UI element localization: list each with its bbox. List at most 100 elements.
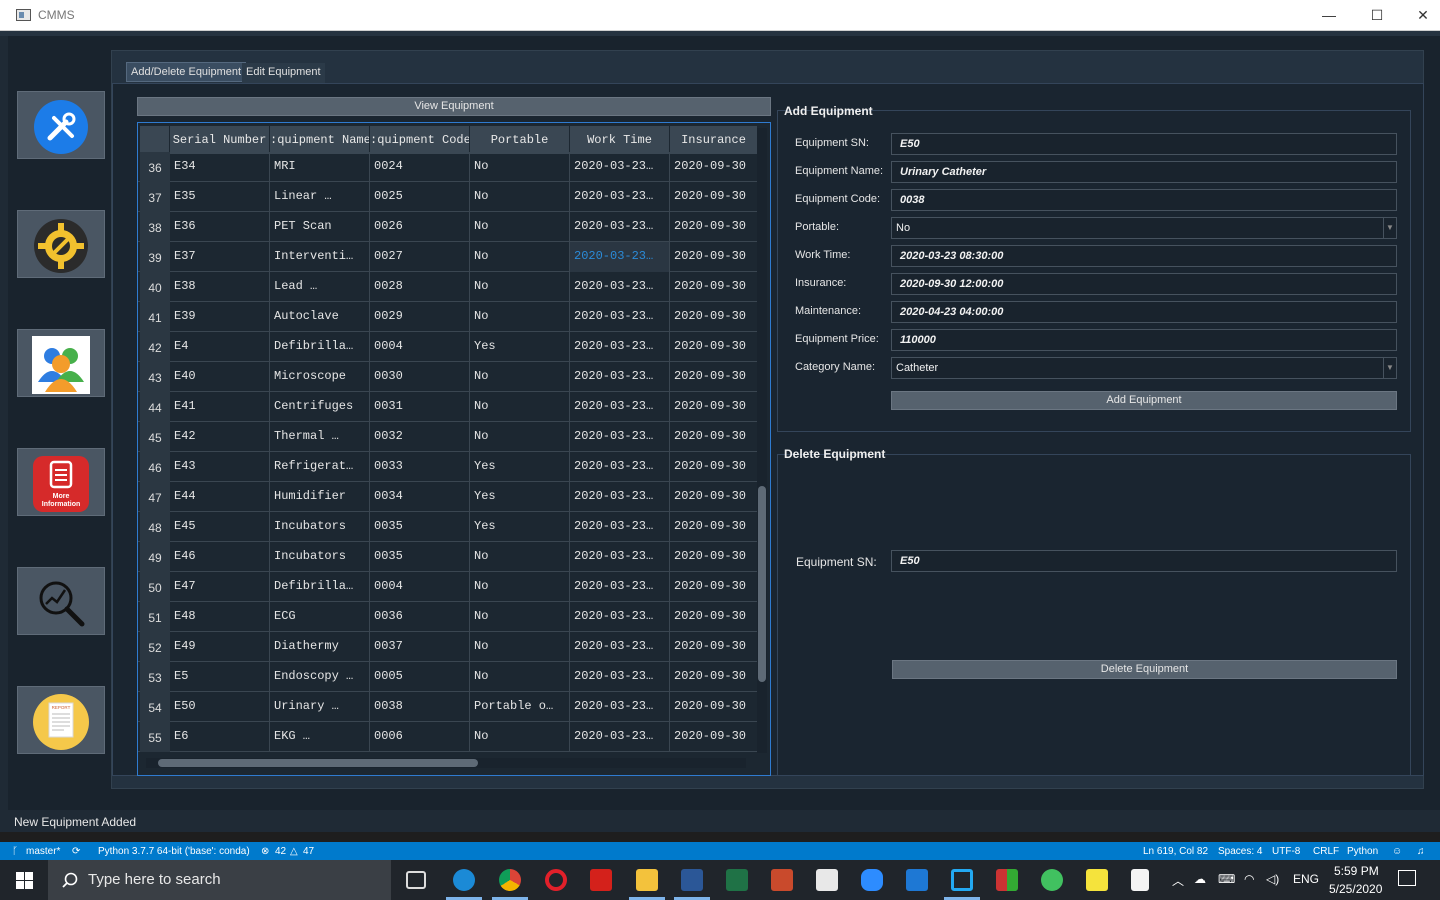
table-cell-work[interactable]: 2020-03-23…: [570, 362, 670, 392]
table-row[interactable]: 40 E38 Lead … 0028 No 2020-03-23… 2020-09-30: [138, 272, 758, 302]
table-cell-sn[interactable]: E6: [170, 722, 270, 752]
app-icon-blocks[interactable]: [996, 869, 1018, 891]
table-cell-work[interactable]: 2020-03-23…: [570, 572, 670, 602]
horizontal-scroll-thumb[interactable]: [158, 759, 478, 767]
table-cell-sn[interactable]: E45: [170, 512, 270, 542]
table-row[interactable]: 43 E40 Microscope 0030 No 2020-03-23… 2020-09-…: [138, 362, 758, 392]
table-cell-work[interactable]: 2020-03-23…: [570, 482, 670, 512]
table-cell-sn[interactable]: E48: [170, 602, 270, 632]
row-number[interactable]: 54: [140, 692, 170, 722]
table-cell-ins[interactable]: 2020-09-30: [670, 662, 758, 692]
table-cell-work[interactable]: 2020-03-23…: [570, 602, 670, 632]
table-cell-portable[interactable]: No: [470, 722, 570, 752]
table-cell-ins[interactable]: 2020-09-30: [670, 182, 758, 212]
windows-start-icon[interactable]: [16, 872, 33, 889]
table-cell-ins[interactable]: 2020-09-30: [670, 482, 758, 512]
table-row[interactable]: 50 E47 Defibrilla… 0004 No 2020-03-23… 2020-09…: [138, 572, 758, 602]
table-cell-name[interactable]: Humidifier: [270, 482, 370, 512]
table-cell-ins[interactable]: 2020-09-30: [670, 302, 758, 332]
wifi-icon[interactable]: ◠: [1244, 872, 1254, 886]
table-cell-sn[interactable]: E41: [170, 392, 270, 422]
table-row[interactable]: 36 E34 MRI 0024 No 2020-03-23… 2020-09-30: [138, 152, 758, 182]
sticky-notes-icon[interactable]: [1086, 869, 1108, 891]
table-cell-portable[interactable]: No: [470, 392, 570, 422]
row-number[interactable]: 46: [140, 452, 170, 482]
row-number[interactable]: 42: [140, 332, 170, 362]
table-row[interactable]: 41 E39 Autoclave 0029 No 2020-03-23… 2020-09-3…: [138, 302, 758, 332]
clock-time[interactable]: 5:59 PM: [1334, 864, 1379, 878]
row-number[interactable]: 44: [140, 392, 170, 422]
table-cell-name[interactable]: Defibrilla…: [270, 332, 370, 362]
table-cell-portable[interactable]: No: [470, 152, 570, 182]
table-cell-ins[interactable]: 2020-09-30: [670, 572, 758, 602]
clock-date[interactable]: 5/25/2020: [1329, 882, 1382, 896]
table-cell-ins[interactable]: 2020-09-30: [670, 242, 758, 272]
onedrive-icon[interactable]: ☁: [1194, 872, 1206, 886]
vscode-icon[interactable]: [951, 869, 973, 891]
table-cell-name[interactable]: Endoscopy …: [270, 662, 370, 692]
field-input[interactable]: 0038: [891, 189, 1397, 211]
column-header-portable[interactable]: Portable: [470, 126, 570, 154]
field-input[interactable]: 2020-09-30 12:00:00: [891, 273, 1397, 295]
row-number[interactable]: 48: [140, 512, 170, 542]
tab-add-delete-equipment[interactable]: Add/Delete Equipment: [126, 62, 247, 82]
table-cell-work[interactable]: 2020-03-23…: [570, 662, 670, 692]
table-row[interactable]: 44 E41 Centrifuges 0031 No 2020-03-23… 2020-09…: [138, 392, 758, 422]
table-cell-code[interactable]: 0004: [370, 572, 470, 602]
table-cell-work[interactable]: 2020-03-23…: [570, 722, 670, 752]
column-header-equipment-name[interactable]: :quipment Name: [270, 126, 370, 154]
table-cell-code[interactable]: 0036: [370, 602, 470, 632]
table-cell-name[interactable]: Linear …: [270, 182, 370, 212]
table-cell-ins[interactable]: 2020-09-30: [670, 602, 758, 632]
table-cell-portable[interactable]: Yes: [470, 482, 570, 512]
git-branch[interactable]: master*: [26, 846, 60, 857]
table-cell-code[interactable]: 0005: [370, 662, 470, 692]
table-cell-ins[interactable]: 2020-09-30: [670, 722, 758, 752]
table-cell-ins[interactable]: 2020-09-30: [670, 272, 758, 302]
table-cell-code[interactable]: 0029: [370, 302, 470, 332]
volume-icon[interactable]: ◁): [1266, 872, 1279, 886]
table-cell-portable[interactable]: No: [470, 362, 570, 392]
table-cell-sn[interactable]: E44: [170, 482, 270, 512]
table-cell-sn[interactable]: E37: [170, 242, 270, 272]
table-cell-code[interactable]: 0033: [370, 452, 470, 482]
table-cell-sn[interactable]: E43: [170, 452, 270, 482]
field-input[interactable]: 110000: [891, 329, 1397, 351]
vertical-scroll-thumb[interactable]: [758, 486, 766, 682]
table-cell-sn[interactable]: E47: [170, 572, 270, 602]
table-cell-code[interactable]: 0024: [370, 152, 470, 182]
add-equipment-button[interactable]: Add Equipment: [891, 391, 1397, 410]
table-cell-name[interactable]: Centrifuges: [270, 392, 370, 422]
table-cell-name[interactable]: Lead …: [270, 272, 370, 302]
table-cell-ins[interactable]: 2020-09-30: [670, 422, 758, 452]
row-number[interactable]: 36: [140, 152, 170, 182]
table-cell-ins[interactable]: 2020-09-30: [670, 332, 758, 362]
chevron-down-icon[interactable]: ▼: [1383, 218, 1396, 238]
analytics-button[interactable]: [17, 567, 105, 635]
table-cell-code[interactable]: 0031: [370, 392, 470, 422]
close-button[interactable]: ✕: [1400, 4, 1440, 26]
table-row[interactable]: 42 E4 Defibrilla… 0004 Yes 2020-03-23… 2020-09…: [138, 332, 758, 362]
column-header-work-time[interactable]: Work Time: [570, 126, 670, 154]
table-row[interactable]: 51 E48 ECG 0036 No 2020-03-23… 2020-09-30: [138, 602, 758, 632]
table-cell-code[interactable]: 0004: [370, 332, 470, 362]
table-cell-sn[interactable]: E36: [170, 212, 270, 242]
qt-icon[interactable]: [1041, 869, 1063, 891]
table-cell-ins[interactable]: 2020-09-30: [670, 692, 758, 722]
row-number[interactable]: 45: [140, 422, 170, 452]
table-cell-portable[interactable]: No: [470, 572, 570, 602]
table-cell-name[interactable]: Thermal …: [270, 422, 370, 452]
tab-edit-equipment[interactable]: Edit Equipment: [242, 63, 325, 83]
table-cell-portable[interactable]: Yes: [470, 452, 570, 482]
chrome-icon[interactable]: [499, 869, 521, 891]
language-indicator[interactable]: ENG: [1293, 872, 1319, 886]
table-row[interactable]: 52 E49 Diathermy 0037 No 2020-03-23… 2020-09-3…: [138, 632, 758, 662]
column-header-serial-number[interactable]: Serial Number: [170, 126, 270, 154]
minimize-button[interactable]: —: [1306, 4, 1352, 26]
table-cell-portable[interactable]: Yes: [470, 512, 570, 542]
table-cell-work[interactable]: 2020-03-23…: [570, 542, 670, 572]
powerpoint-icon[interactable]: [771, 869, 793, 891]
mail-icon[interactable]: [906, 869, 928, 891]
tools-button[interactable]: [17, 91, 105, 159]
row-number[interactable]: 47: [140, 482, 170, 512]
